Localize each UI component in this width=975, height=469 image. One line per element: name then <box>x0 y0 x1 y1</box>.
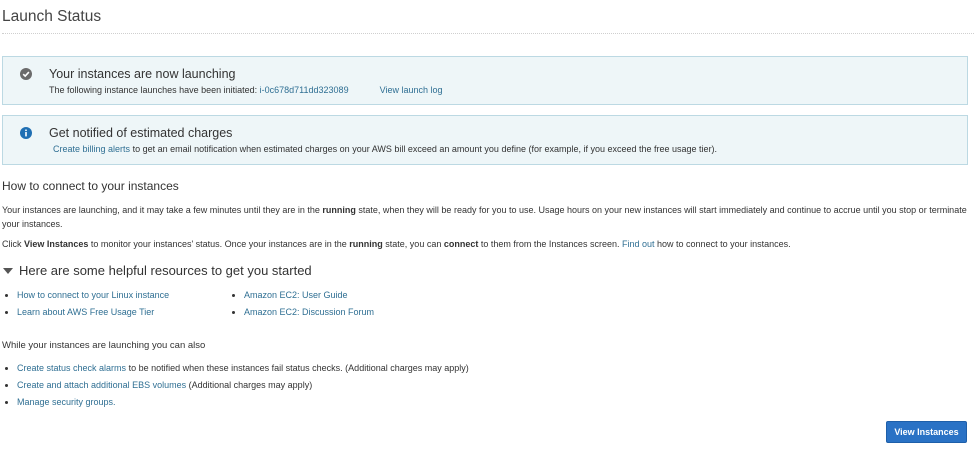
also-item2-text: (Additional charges may apply) <box>188 380 313 390</box>
also-item1-text: to be notified when these instances fail… <box>128 363 469 373</box>
also-list: Create status check alarms to be notifie… <box>2 360 469 411</box>
p2-text-c: state, you can <box>385 239 442 249</box>
title-divider <box>2 33 975 34</box>
resources-toggle[interactable]: Here are some helpful resources to get y… <box>2 263 312 278</box>
discussion-forum-link[interactable]: Amazon EC2: Discussion Forum <box>244 307 374 317</box>
resources-title: Here are some helpful resources to get y… <box>19 263 312 278</box>
resources-list-right: Amazon EC2: User Guide Amazon EC2: Discu… <box>229 287 374 321</box>
security-groups-link[interactable]: Manage security groups. <box>17 397 116 407</box>
info-icon <box>20 127 32 139</box>
info-heading: Get notified of estimated charges <box>49 126 233 140</box>
ebs-volumes-link[interactable]: Create and attach additional EBS volumes <box>17 380 186 390</box>
find-out-link[interactable]: Find out <box>622 239 655 249</box>
p1-running-bold: running <box>322 205 356 215</box>
list-item: Create and attach additional EBS volumes… <box>17 377 469 394</box>
linux-connect-link[interactable]: How to connect to your Linux instance <box>17 290 169 300</box>
list-item: Learn about AWS Free Usage Tier <box>17 304 169 321</box>
list-item: Create status check alarms to be notifie… <box>17 360 469 377</box>
status-check-alarms-link[interactable]: Create status check alarms <box>17 363 126 373</box>
list-item: Amazon EC2: User Guide <box>244 287 374 304</box>
resources-list-left: How to connect to your Linux instance Le… <box>2 287 169 321</box>
connect-paragraph-2: Click View Instances to monitor your ins… <box>2 237 968 251</box>
p2-running-bold: running <box>349 239 383 249</box>
connect-paragraph-1: Your instances are launching, and it may… <box>2 203 968 231</box>
info-text-line: Create billing alerts to get an email no… <box>53 144 717 154</box>
success-heading: Your instances are now launching <box>49 67 236 81</box>
connect-section-title: How to connect to your instances <box>2 179 179 193</box>
p2-text-a: Click <box>2 239 22 249</box>
view-instances-button[interactable]: View Instances <box>886 421 967 443</box>
caret-down-icon <box>3 268 13 275</box>
p2-text-d: to them from the Instances screen. <box>480 239 620 249</box>
list-item: How to connect to your Linux instance <box>17 287 169 304</box>
p2-text-e: how to connect to your instances. <box>657 239 791 249</box>
p2-view-instances-bold: View Instances <box>24 239 89 249</box>
list-item: Amazon EC2: Discussion Forum <box>244 304 374 321</box>
p1-text-a: Your instances are launching, and it may… <box>2 205 320 215</box>
p2-text-b: to monitor your instances' status. Once … <box>90 239 347 249</box>
view-launch-log-link[interactable]: View launch log <box>380 85 443 95</box>
list-item: Manage security groups. <box>17 394 469 411</box>
billing-info-alert: Get notified of estimated charges Create… <box>2 115 968 165</box>
success-text: The following instance launches have bee… <box>49 85 258 95</box>
info-text: to get an email notification when estima… <box>132 144 718 154</box>
p2-connect-bold: connect <box>443 239 479 249</box>
create-billing-alerts-link[interactable]: Create billing alerts <box>53 144 130 154</box>
also-section-title: While your instances are launching you c… <box>2 340 206 351</box>
success-text-line: The following instance launches have bee… <box>49 85 443 95</box>
user-guide-link[interactable]: Amazon EC2: User Guide <box>244 290 348 300</box>
page-title: Launch Status <box>2 8 102 25</box>
launch-success-alert: Your instances are now launching The fol… <box>2 56 968 105</box>
check-circle-icon <box>20 68 32 80</box>
free-tier-link[interactable]: Learn about AWS Free Usage Tier <box>17 307 154 317</box>
instance-id-link[interactable]: i-0c678d711dd323089 <box>260 85 349 95</box>
